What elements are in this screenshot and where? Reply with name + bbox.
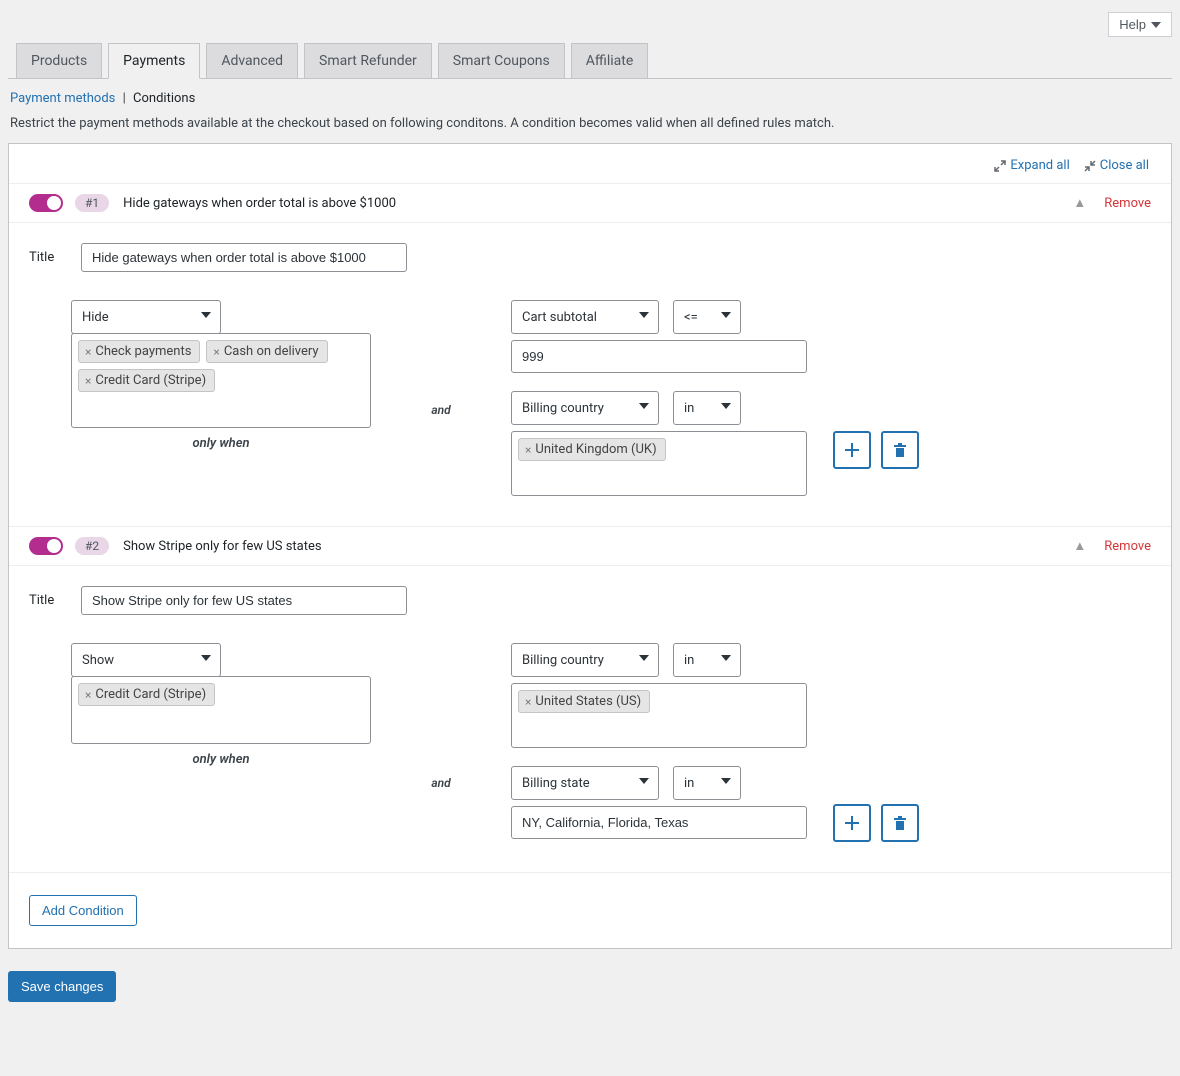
- close-all-link[interactable]: Close all: [1084, 158, 1149, 173]
- help-button[interactable]: Help: [1108, 12, 1172, 37]
- condition-header: #1 Hide gateways when order total is abo…: [9, 184, 1171, 223]
- condition-badge: #2: [75, 537, 109, 555]
- remove-tag-icon[interactable]: ×: [85, 345, 91, 359]
- collapse-toggle-icon[interactable]: ▲: [1073, 195, 1086, 211]
- rule-operator-select[interactable]: in: [673, 766, 741, 800]
- conditions-panel: Expand all Close all #1 Hide gateways wh…: [8, 143, 1172, 949]
- chevron-down-icon: [638, 400, 650, 412]
- remove-tag-icon[interactable]: ×: [213, 345, 219, 359]
- remove-tag-icon[interactable]: ×: [525, 695, 531, 709]
- remove-tag-icon[interactable]: ×: [85, 688, 91, 702]
- action-select[interactable]: Show: [71, 643, 221, 677]
- condition-name: Show Stripe only for few US states: [123, 539, 321, 554]
- caret-down-icon: [1151, 20, 1161, 30]
- country-tag: ×United States (US): [518, 690, 650, 713]
- condition-block: #1 Hide gateways when order total is abo…: [9, 183, 1171, 526]
- remove-condition-link[interactable]: Remove: [1104, 539, 1151, 554]
- chevron-down-icon: [638, 775, 650, 787]
- condition-toggle[interactable]: [29, 194, 63, 212]
- collapse-toggle-icon[interactable]: ▲: [1073, 538, 1086, 554]
- remove-tag-icon[interactable]: ×: [85, 374, 91, 388]
- tab-bar: Products Payments Advanced Smart Refunde…: [8, 43, 1172, 79]
- rule-operator-select[interactable]: in: [673, 643, 741, 677]
- action-select[interactable]: Hide: [71, 300, 221, 334]
- and-label: and: [431, 776, 450, 790]
- condition-name: Hide gateways when order total is above …: [123, 196, 396, 211]
- chevron-down-icon: [720, 775, 732, 787]
- condition-toggle[interactable]: [29, 537, 63, 555]
- tab-affiliate[interactable]: Affiliate: [571, 43, 649, 78]
- tab-smart-refunder[interactable]: Smart Refunder: [304, 43, 432, 78]
- plus-icon: [844, 442, 860, 458]
- gateway-tag: ×Credit Card (Stripe): [78, 369, 215, 392]
- remove-condition-link[interactable]: Remove: [1104, 196, 1151, 211]
- chevron-down-icon: [200, 652, 212, 664]
- rule-operator-select[interactable]: in: [673, 391, 741, 425]
- remove-tag-icon[interactable]: ×: [525, 443, 531, 457]
- gateway-tag: ×Cash on delivery: [206, 340, 327, 363]
- condition-title-input[interactable]: [81, 586, 407, 615]
- rule-field-select[interactable]: Billing country: [511, 391, 659, 425]
- tab-smart-coupons[interactable]: Smart Coupons: [438, 43, 565, 78]
- save-changes-button[interactable]: Save changes: [8, 971, 116, 1002]
- subnav-conditions[interactable]: Conditions: [133, 91, 195, 106]
- title-label: Title: [29, 250, 61, 265]
- collapse-icon: [1084, 160, 1096, 172]
- tab-products[interactable]: Products: [16, 43, 102, 78]
- trash-icon: [892, 815, 908, 831]
- gateways-tag-box[interactable]: ×Credit Card (Stripe): [71, 676, 371, 744]
- rule-field-select[interactable]: Cart subtotal: [511, 300, 659, 334]
- condition-badge: #1: [75, 194, 109, 212]
- rule-value-input[interactable]: [511, 806, 807, 839]
- help-label: Help: [1119, 17, 1146, 32]
- expand-icon: [994, 160, 1006, 172]
- add-rule-button[interactable]: [833, 804, 871, 842]
- rule-field-select[interactable]: Billing country: [511, 643, 659, 677]
- chevron-down-icon: [200, 309, 212, 321]
- rule-operator-select[interactable]: <=: [673, 300, 741, 334]
- chevron-down-icon: [638, 309, 650, 321]
- delete-rule-button[interactable]: [881, 431, 919, 469]
- tab-payments[interactable]: Payments: [108, 43, 200, 79]
- chevron-down-icon: [720, 400, 732, 412]
- delete-rule-button[interactable]: [881, 804, 919, 842]
- only-when-label: only when: [71, 436, 371, 451]
- gateway-tag: ×Check payments: [78, 340, 200, 363]
- add-condition-button[interactable]: Add Condition: [29, 895, 137, 926]
- chevron-down-icon: [720, 309, 732, 321]
- rule-field-select[interactable]: Billing state: [511, 766, 659, 800]
- expand-all-link[interactable]: Expand all: [994, 158, 1069, 173]
- chevron-down-icon: [638, 652, 650, 664]
- only-when-label: only when: [71, 752, 371, 767]
- country-tag: ×United Kingdom (UK): [518, 438, 666, 461]
- country-tag-box[interactable]: ×United Kingdom (UK): [511, 431, 807, 496]
- title-label: Title: [29, 593, 61, 608]
- chevron-down-icon: [720, 652, 732, 664]
- add-rule-button[interactable]: [833, 431, 871, 469]
- country-tag-box[interactable]: ×United States (US): [511, 683, 807, 748]
- tab-advanced[interactable]: Advanced: [206, 43, 298, 78]
- page-description: Restrict the payment methods available a…: [8, 116, 1172, 143]
- gateways-tag-box[interactable]: ×Check payments ×Cash on delivery ×Credi…: [71, 333, 371, 428]
- subnav: Payment methods | Conditions: [8, 79, 1172, 116]
- rule-value-input[interactable]: [511, 340, 807, 373]
- condition-title-input[interactable]: [81, 243, 407, 272]
- condition-block: #2 Show Stripe only for few US states ▲ …: [9, 526, 1171, 872]
- trash-icon: [892, 442, 908, 458]
- and-label: and: [431, 403, 450, 417]
- gateway-tag: ×Credit Card (Stripe): [78, 683, 215, 706]
- subnav-payment-methods[interactable]: Payment methods: [10, 91, 115, 106]
- plus-icon: [844, 815, 860, 831]
- condition-header: #2 Show Stripe only for few US states ▲ …: [9, 527, 1171, 566]
